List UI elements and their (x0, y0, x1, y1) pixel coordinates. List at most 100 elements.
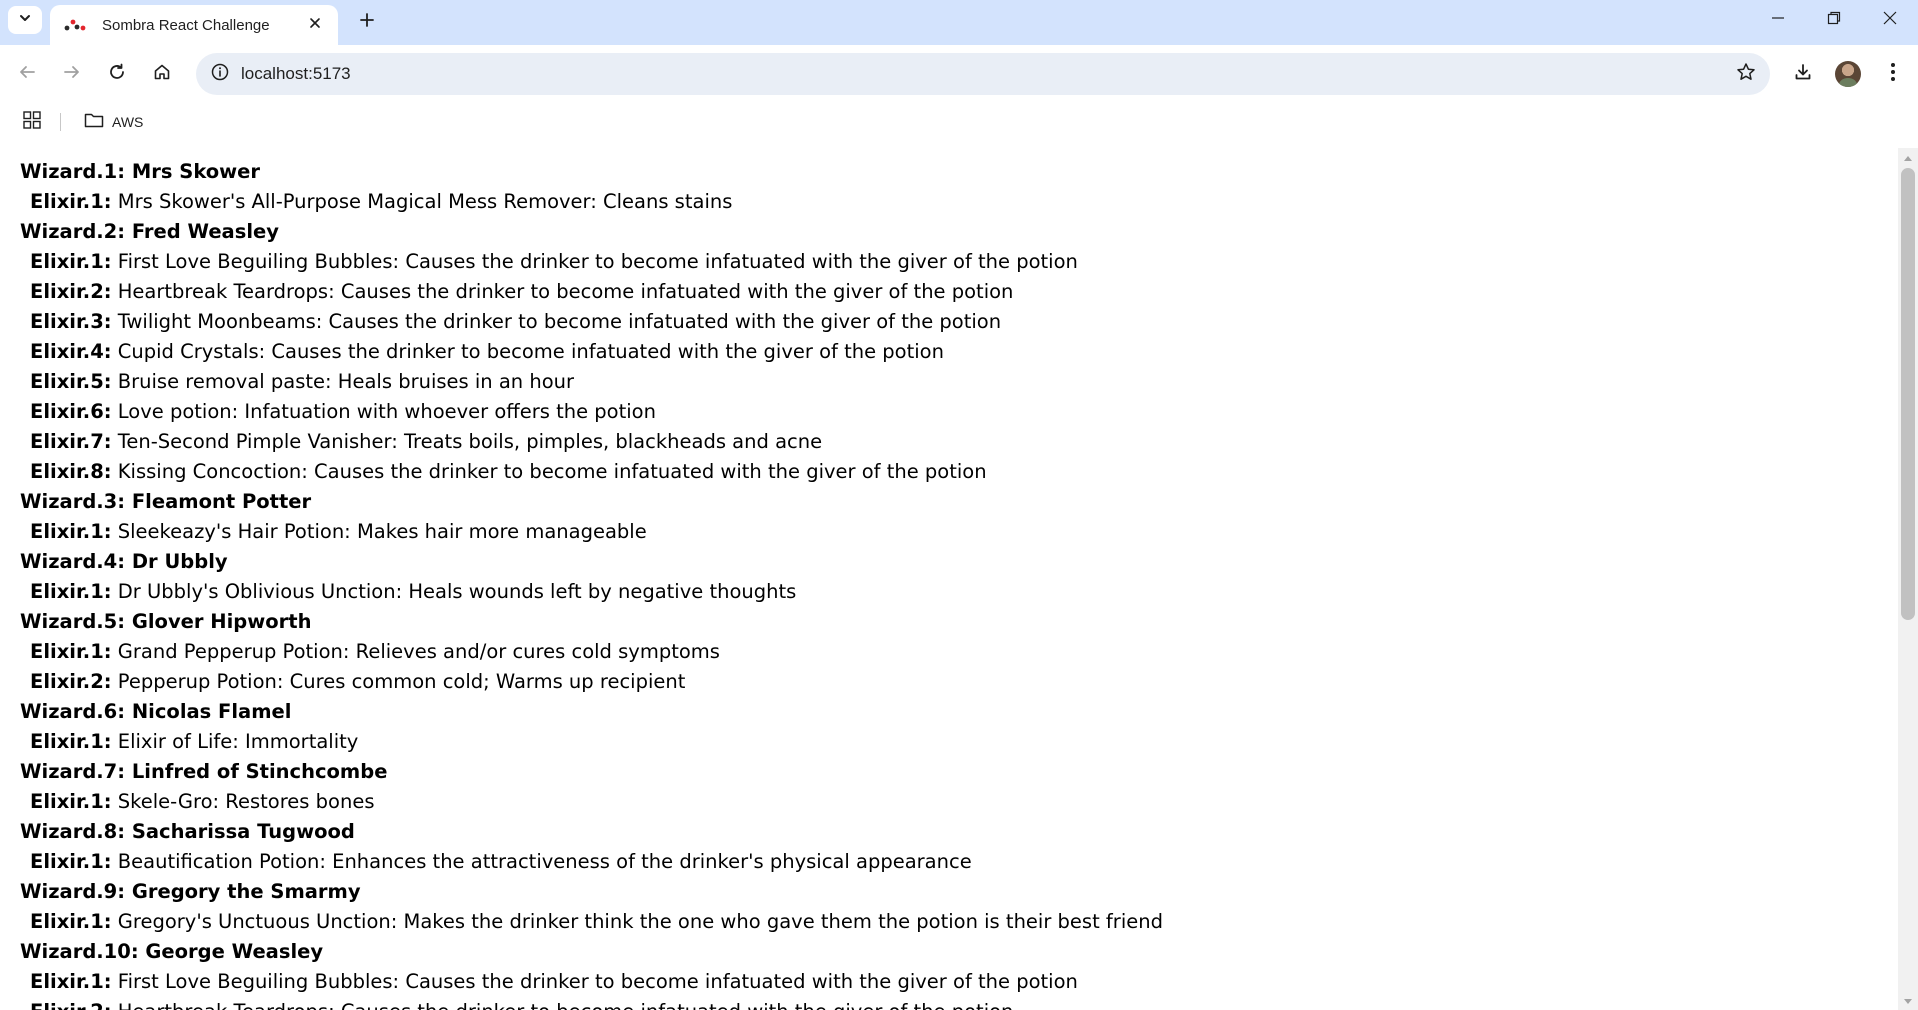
elixir-label: Elixir.1: (30, 850, 112, 873)
wizard-name: Fred Weasley (131, 220, 279, 243)
wizard-row: Wizard.10: George Weasley (20, 937, 1898, 967)
arrow-right-icon (63, 63, 81, 86)
chevron-down-icon (18, 11, 32, 30)
tab-search-button[interactable] (8, 6, 42, 34)
elixir-description: Mrs Skower's All-Purpose Magical Mess Re… (117, 190, 733, 213)
minimize-button[interactable] (1750, 0, 1806, 40)
elixir-description: Sleekeazy's Hair Potion: Makes hair more… (117, 520, 647, 543)
wizard-row: Wizard.6: Nicolas Flamel (20, 697, 1898, 727)
elixir-label: Elixir.6: (30, 400, 112, 423)
home-button[interactable] (145, 57, 179, 91)
elixir-description: Heartbreak Teardrops: Causes the drinker… (118, 1000, 1014, 1010)
wizard-name: Nicolas Flamel (131, 700, 292, 723)
bookmark-folder-aws[interactable]: AWS (80, 109, 147, 135)
elixir-label: Elixir.3: (30, 310, 112, 333)
scrollbar-thumb[interactable] (1901, 168, 1915, 620)
elixir-description: Beautification Potion: Enhances the attr… (117, 850, 972, 873)
elixir-label: Elixir.1: (30, 970, 112, 993)
elixir-description: Love potion: Infatuation with whoever of… (117, 400, 656, 423)
elixir-description: Elixir of Life: Immortality (117, 730, 359, 753)
elixir-label: Elixir.1: (30, 190, 112, 213)
wizard-name: Linfred of Stinchcombe (131, 760, 388, 783)
elixir-row: Elixir.1: First Love Beguiling Bubbles: … (20, 247, 1898, 277)
info-icon (211, 63, 229, 86)
elixir-label: Elixir.1: (30, 790, 112, 813)
window-close-button[interactable] (1862, 0, 1918, 40)
reload-button[interactable] (100, 57, 134, 91)
elixir-description: Kissing Concoction: Causes the drinker t… (117, 460, 987, 483)
tab-title: Sombra React Challenge (102, 16, 270, 34)
elixir-row: Elixir.1: Gregory's Unctuous Unction: Ma… (20, 907, 1898, 937)
forward-button[interactable] (55, 57, 89, 91)
close-icon (309, 16, 321, 34)
elixir-description: Cupid Crystals: Causes the drinker to be… (117, 340, 944, 363)
browser-menu-button[interactable] (1876, 57, 1910, 91)
wizard-label: Wizard.9: (20, 880, 126, 903)
site-info-button[interactable] (204, 58, 236, 90)
wizard-label: Wizard.8: (20, 820, 126, 843)
new-tab-button[interactable] (352, 7, 382, 37)
bookmark-star-button[interactable] (1730, 58, 1762, 90)
elixir-description: Gregory's Unctuous Unction: Makes the dr… (117, 910, 1163, 933)
elixir-label: Elixir.2: (30, 280, 112, 303)
elixir-description: Skele-Gro: Restores bones (117, 790, 375, 813)
wizard-label: Wizard.3: (20, 490, 126, 513)
page-viewport: Wizard.1: Mrs Skower Elixir.1: Mrs Skower… (0, 148, 1898, 1010)
wizard-label: Wizard.5: (20, 610, 126, 633)
tab-close-button[interactable] (304, 14, 326, 36)
elixir-label: Elixir.7: (30, 430, 112, 453)
folder-icon (84, 112, 104, 133)
wizard-label: Wizard.4: (20, 550, 126, 573)
elixir-description: Pepperup Potion: Cures common cold; Warm… (117, 670, 686, 693)
wizard-row: Wizard.4: Dr Ubbly (20, 547, 1898, 577)
elixir-label: Elixir.1: (30, 640, 112, 663)
profile-avatar[interactable] (1835, 61, 1861, 87)
scroll-up-button[interactable] (1898, 148, 1918, 166)
star-icon (1736, 62, 1756, 87)
wizard-label: Wizard.1: (20, 160, 126, 183)
wizard-list: Wizard.1: Mrs Skower Elixir.1: Mrs Skower… (0, 148, 1898, 1010)
wizard-row: Wizard.3: Fleamont Potter (20, 487, 1898, 517)
wizard-row: Wizard.7: Linfred of Stinchcombe (20, 757, 1898, 787)
elixir-label: Elixir.4: (30, 340, 112, 363)
browser-tab-active[interactable]: Sombra React Challenge (50, 5, 338, 45)
elixir-row: Elixir.4: Cupid Crystals: Causes the dri… (20, 337, 1898, 367)
vertical-scrollbar[interactable] (1898, 148, 1918, 1010)
address-bar[interactable]: localhost:5173 (196, 53, 1770, 95)
back-button[interactable] (10, 57, 44, 91)
home-icon (153, 63, 171, 86)
elixir-row: Elixir.1: First Love Beguiling Bubbles: … (20, 967, 1898, 997)
elixir-label: Elixir.2: (30, 670, 112, 693)
url-text[interactable]: localhost:5173 (241, 64, 351, 84)
wizard-row: Wizard.1: Mrs Skower (20, 157, 1898, 187)
wizard-label: Wizard.2: (20, 220, 126, 243)
apps-grid-icon (23, 110, 41, 134)
elixir-row: Elixir.1: Dr Ubbly's Oblivious Unction: … (20, 577, 1898, 607)
elixir-description: Bruise removal paste: Heals bruises in a… (117, 370, 575, 393)
elixir-label: Elixir.8: (30, 460, 112, 483)
elixir-description: First Love Beguiling Bubbles: Causes the… (117, 970, 1078, 993)
apps-button[interactable] (20, 110, 44, 134)
elixir-row: Elixir.5: Bruise removal paste: Heals br… (20, 367, 1898, 397)
elixir-row: Elixir.7: Ten-Second Pimple Vanisher: Tr… (20, 427, 1898, 457)
elixir-label: Elixir.5: (30, 370, 112, 393)
elixir-row: Elixir.3: Twilight Moonbeams: Causes the… (20, 307, 1898, 337)
elixir-row: Elixir.1: Beautification Potion: Enhance… (20, 847, 1898, 877)
restore-icon (1827, 11, 1841, 30)
restore-button[interactable] (1806, 0, 1862, 40)
elixir-description: First Love Beguiling Bubbles: Causes the… (117, 250, 1078, 273)
plus-icon (359, 12, 375, 33)
downloads-button[interactable] (1786, 57, 1820, 91)
elixir-row: Elixir.1: Sleekeazy's Hair Potion: Makes… (20, 517, 1898, 547)
wizard-name: Gregory the Smarmy (131, 880, 361, 903)
scroll-down-button[interactable] (1898, 992, 1918, 1010)
bookmarks-bar: AWS (0, 105, 1918, 139)
wizard-row: Wizard.2: Fred Weasley (20, 217, 1898, 247)
wizard-label: Wizard.7: (20, 760, 126, 783)
wizard-label: Wizard.6: (20, 700, 126, 723)
wizard-row: Wizard.8: Sacharissa Tugwood (20, 817, 1898, 847)
elixir-row: Elixir.1: Skele-Gro: Restores bones (20, 787, 1898, 817)
elixir-description: Grand Pepperup Potion: Relieves and/or c… (117, 640, 720, 663)
triangle-down-icon (1904, 992, 1912, 1010)
elixir-description: Twilight Moonbeams: Causes the drinker t… (117, 310, 1002, 333)
